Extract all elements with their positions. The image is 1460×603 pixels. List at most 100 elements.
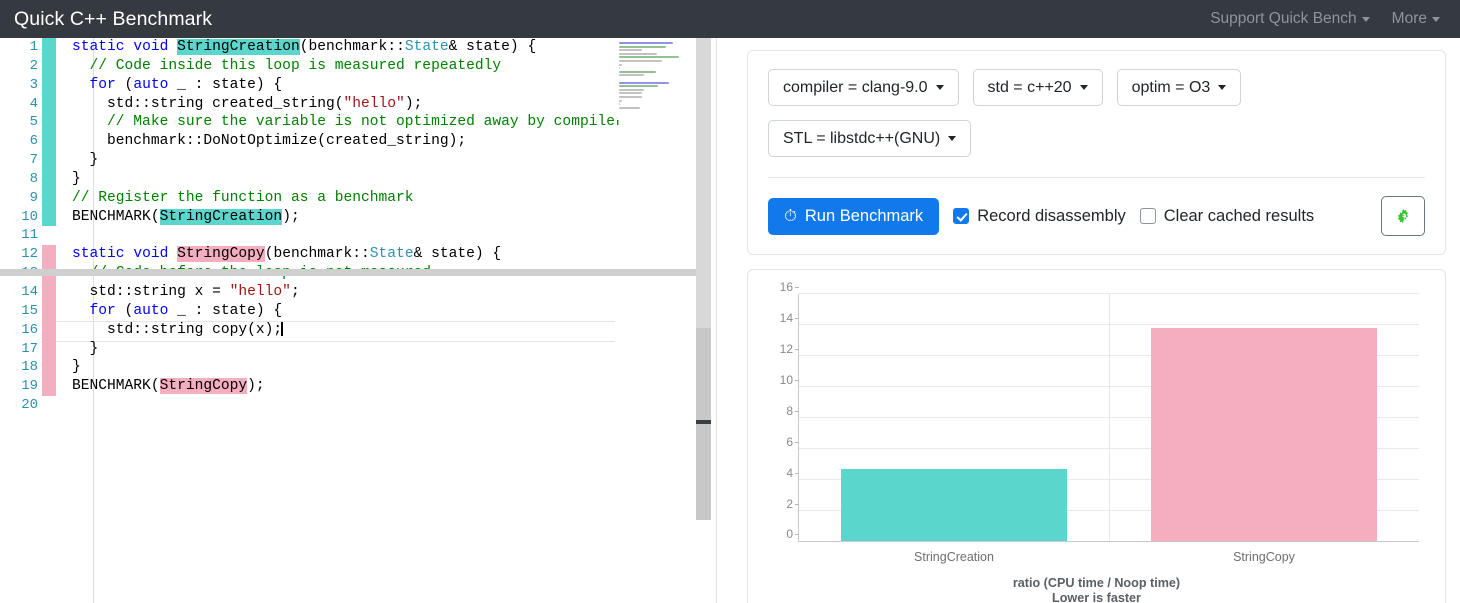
stopwatch-icon: ⏱ — [784, 206, 797, 225]
minimap-line — [619, 88, 644, 91]
build-options-row: compiler = clang-9.0 std = c++20 optim = O… — [768, 69, 1425, 158]
code-line-text: for (auto _ : state) { — [89, 302, 283, 319]
chevron-down-icon — [935, 85, 944, 91]
code-line[interactable]: 19 BENCHMARK(StringCopy); — [0, 377, 695, 397]
benchmark-marker-stripe — [42, 396, 56, 415]
code-line[interactable]: 17 } — [0, 339, 695, 359]
editor-vertical-scrollbar[interactable] — [696, 38, 711, 603]
line-number: 4 — [29, 95, 38, 112]
minimap-line — [619, 42, 674, 44]
code-line[interactable]: 4 std::string created_string("hello"); — [0, 94, 695, 114]
editor-resize-handle[interactable] — [696, 420, 711, 424]
optim-dropdown[interactable]: optim = O3 — [1116, 69, 1242, 107]
nav-more-label: More — [1391, 10, 1427, 27]
record-disassembly-label: Record disassembly — [977, 206, 1126, 225]
benchmark-marker-stripe — [42, 207, 56, 227]
benchmark-marker-stripe — [42, 320, 56, 340]
chart-y-tick-label: 6 — [786, 434, 799, 449]
code-line[interactable]: 2 // Code inside this loop is measured r… — [0, 56, 695, 76]
nav-more[interactable]: More — [1392, 10, 1440, 28]
options-divider — [768, 177, 1425, 179]
line-number: 14 — [21, 283, 38, 300]
code-line[interactable]: 6 benchmark::DoNotOptimize(created_strin… — [0, 132, 695, 152]
line-number: 5 — [29, 114, 38, 131]
checkbox-box-checked[interactable] — [953, 208, 970, 225]
code-line[interactable]: 20 — [0, 396, 695, 415]
line-number: 3 — [29, 76, 38, 93]
benchmark-marker-stripe — [42, 151, 56, 170]
nav-support-quick-bench[interactable]: Support Quick Bench — [1210, 10, 1370, 28]
dropdown-label: optim = O3 — [1131, 79, 1211, 96]
chart-bar[interactable] — [840, 468, 1068, 542]
benchmark-marker-stripe — [42, 132, 56, 152]
benchmark-marker-stripe — [42, 38, 56, 57]
code-line[interactable]: 7 } — [0, 151, 695, 170]
benchmark-chart-card: 0 2 4 6 8 10 12 14 16 StringCreation StringCopy ra… — [747, 269, 1446, 603]
chart-sublabel: Lower is faster — [1052, 591, 1141, 603]
line-number: 6 — [29, 133, 38, 150]
code-editor-pane[interactable]: 1 static void StringCreation(benchmark::S… — [0, 38, 717, 603]
chart-y-tick-label: 0 — [786, 527, 799, 542]
std-dropdown[interactable]: std = c++20 — [972, 69, 1103, 107]
code-line[interactable]: 9 // Register the function as a benchmark — [0, 188, 695, 208]
line-number: 2 — [29, 57, 38, 74]
chart-y-tick-label: 16 — [779, 280, 800, 295]
code-line[interactable]: 8} — [0, 169, 695, 189]
code-line[interactable]: 10 BENCHMARK(StringCreation); — [0, 207, 695, 227]
code-line[interactable]: 12 static void StringCopy(benchmark::Stat… — [0, 245, 695, 265]
code-line-text: // Make sure the variable is not optimiz… — [72, 114, 624, 131]
run-benchmark-label: Run Benchmark — [804, 206, 924, 225]
benchmark-marker-stripe — [42, 377, 56, 397]
line-number: 12 — [21, 246, 38, 263]
benchmark-marker-stripe — [42, 56, 56, 76]
clear-cached-results-checkbox[interactable]: Clear cached results — [1139, 207, 1314, 226]
editor-horizontal-scrollbar[interactable] — [0, 269, 709, 276]
minimap-line — [619, 92, 642, 95]
minimap-line — [619, 52, 657, 55]
checkbox-box-unchecked[interactable] — [1139, 208, 1156, 225]
code-line-text: } — [72, 359, 81, 376]
code-line-text: benchmark::DoNotOptimize(created_string)… — [72, 133, 467, 150]
editor-vertical-scrollbar-thumb[interactable] — [696, 38, 711, 328]
code-line[interactable]: 5 // Make sure the variable is not optim… — [0, 113, 695, 133]
benchmark-marker-stripe — [42, 245, 56, 265]
code-line[interactable]: 18} — [0, 358, 695, 378]
compiler-dropdown[interactable]: compiler = clang-9.0 — [768, 69, 959, 107]
code-line[interactable]: 1 static void StringCreation(benchmark::S… — [0, 38, 695, 57]
minimap-line — [619, 63, 622, 66]
scrollbar-track-end — [696, 520, 711, 603]
code-line-text: BENCHMARK(StringCreation); — [72, 208, 300, 225]
minimap-line — [619, 70, 657, 73]
code-line[interactable]: 16 std::string copy(x); — [0, 320, 695, 342]
line-number: 1 — [29, 39, 38, 55]
minimap-line — [619, 56, 679, 59]
code-line[interactable]: 15 for (auto _ : state) { — [0, 301, 695, 321]
chart-y-tick-label: 4 — [786, 465, 799, 480]
settings-button[interactable] — [1381, 196, 1425, 237]
nav-support-label: Support Quick Bench — [1210, 10, 1357, 27]
code-line[interactable]: 14 std::string x = "hello"; — [0, 282, 695, 302]
code-line[interactable]: 11 — [0, 226, 695, 245]
benchmark-marker-stripe — [42, 169, 56, 189]
run-benchmark-button[interactable]: ⏱ Run Benchmark — [768, 197, 940, 235]
minimap-line — [619, 81, 670, 84]
editor-horizontal-scrollbar-thumb[interactable] — [0, 269, 709, 276]
minimap-line — [619, 103, 620, 106]
record-disassembly-checkbox[interactable]: Record disassembly — [953, 207, 1126, 226]
code-line[interactable]: 3 for (auto _ : state) { — [0, 75, 695, 95]
line-number: 19 — [21, 378, 38, 395]
benchmark-marker-stripe — [42, 94, 56, 114]
dropdown-label: compiler = clang-9.0 — [783, 79, 928, 96]
line-number: 10 — [21, 208, 38, 225]
chevron-down-icon — [1218, 85, 1227, 91]
editor-minimap[interactable] — [617, 38, 695, 120]
code-line-text: static void StringCopy(benchmark::State&… — [72, 246, 502, 263]
benchmark-marker-stripe — [42, 358, 56, 378]
code-editor[interactable]: 1 static void StringCreation(benchmark::S… — [0, 38, 695, 603]
chevron-down-icon — [1079, 85, 1088, 91]
minimap-line — [619, 95, 642, 98]
stl-dropdown[interactable]: STL = libstdc++(GNU) — [768, 120, 972, 158]
chart-caption: ratio (CPU time / Noop time) Lower is fa… — [764, 576, 1429, 603]
results-pane: compiler = clang-9.0 std = c++20 optim = O… — [717, 38, 1460, 603]
chart-bar[interactable] — [1150, 327, 1378, 542]
